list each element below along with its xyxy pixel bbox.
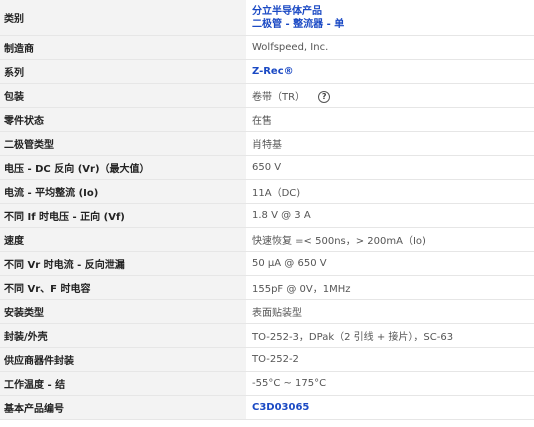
row-value-packaging: 卷带（TR） ? xyxy=(246,83,534,108)
row-label-category: 类别 xyxy=(0,0,246,36)
table-row-supplier-package: 供应商器件封装 TO-252-2 xyxy=(0,347,534,372)
row-value-diode-type: 肖特基 xyxy=(246,131,534,156)
table-row-packaging: 包装 卷带（TR） ? xyxy=(0,83,534,108)
category-link-discrete[interactable]: 分立半导体产品 xyxy=(252,6,322,17)
table-row-capacitance: 不同 Vr、F 时电容 155pF @ 0V，1MHz xyxy=(0,275,534,300)
row-value-supplier-package: TO-252-2 xyxy=(246,347,534,372)
row-value-current-avg-rectified: 11A（DC) xyxy=(246,179,534,204)
category-link-rectifiers[interactable]: 二极管 - 整流器 - 单 xyxy=(252,19,344,30)
row-value-package-case: TO-252-3，DPak（2 引线 + 接片），SC-63 xyxy=(246,323,534,348)
row-label-capacitance: 不同 Vr、F 时电容 xyxy=(0,275,246,300)
row-label-base-product-number: 基本产品编号 xyxy=(0,395,246,420)
row-value-forward-voltage: 1.8 V @ 3 A xyxy=(246,203,534,228)
row-label-packaging: 包装 xyxy=(0,83,246,108)
row-value-voltage-dc-reverse: 650 V xyxy=(246,155,534,180)
table-row-speed: 速度 快速恢复 =< 500ns，> 200mA（Io) xyxy=(0,227,534,252)
row-label-package-case: 封装/外壳 xyxy=(0,323,246,348)
help-circle-icon[interactable]: ? xyxy=(318,91,331,103)
table-row-voltage-dc-reverse: 电压 - DC 反向 (Vr)（最大值） 650 V xyxy=(0,155,534,180)
table-row-forward-voltage: 不同 If 时电压 - 正向 (Vf) 1.8 V @ 3 A xyxy=(0,203,534,228)
row-label-manufacturer: 制造商 xyxy=(0,35,246,60)
row-label-reverse-leakage: 不同 Vr 时电流 - 反向泄漏 xyxy=(0,251,246,276)
table-row-category: 类别 分立半导体产品 二极管 - 整流器 - 单 xyxy=(0,0,534,36)
row-label-operating-temp: 工作温度 - 结 xyxy=(0,371,246,396)
row-value-series: Z-Rec® xyxy=(246,59,534,84)
table-row-reverse-leakage: 不同 Vr 时电流 - 反向泄漏 50 µA @ 650 V xyxy=(0,251,534,276)
row-label-speed: 速度 xyxy=(0,227,246,252)
table-row-base-product-number: 基本产品编号 C3D03065 xyxy=(0,395,534,420)
table-row-part-status: 零件状态 在售 xyxy=(0,107,534,132)
row-value-manufacturer: Wolfspeed, Inc. xyxy=(246,35,534,60)
base-product-number-link[interactable]: C3D03065 xyxy=(252,402,309,413)
row-value-operating-temp: -55°C ~ 175°C xyxy=(246,371,534,396)
row-label-current-avg-rectified: 电流 - 平均整流 (Io) xyxy=(0,179,246,204)
packaging-value: 卷带（TR） xyxy=(252,92,306,103)
row-value-mounting-type: 表面贴装型 xyxy=(246,299,534,324)
row-value-reverse-leakage: 50 µA @ 650 V xyxy=(246,251,534,276)
row-value-capacitance: 155pF @ 0V，1MHz xyxy=(246,275,534,300)
row-label-forward-voltage: 不同 If 时电压 - 正向 (Vf) xyxy=(0,203,246,228)
table-row-package-case: 封装/外壳 TO-252-3，DPak（2 引线 + 接片），SC-63 xyxy=(0,323,534,348)
table-row-diode-type: 二极管类型 肖特基 xyxy=(0,131,534,156)
row-label-diode-type: 二极管类型 xyxy=(0,131,246,156)
table-row-current-avg-rectified: 电流 - 平均整流 (Io) 11A（DC) xyxy=(0,179,534,204)
row-label-supplier-package: 供应商器件封装 xyxy=(0,347,246,372)
row-value-category: 分立半导体产品 二极管 - 整流器 - 单 xyxy=(246,0,534,36)
product-attributes-table: 类别 分立半导体产品 二极管 - 整流器 - 单 制造商 Wolfspeed, … xyxy=(0,0,534,420)
table-row-operating-temp: 工作温度 - 结 -55°C ~ 175°C xyxy=(0,371,534,396)
row-label-series: 系列 xyxy=(0,59,246,84)
series-link[interactable]: Z-Rec® xyxy=(252,66,294,77)
table-row-mounting-type: 安装类型 表面贴装型 xyxy=(0,299,534,324)
row-label-mounting-type: 安装类型 xyxy=(0,299,246,324)
table-row-series: 系列 Z-Rec® xyxy=(0,59,534,84)
row-value-part-status: 在售 xyxy=(246,107,534,132)
row-value-speed: 快速恢复 =< 500ns，> 200mA（Io) xyxy=(246,227,534,252)
row-value-base-product-number: C3D03065 xyxy=(246,395,534,420)
table-row-manufacturer: 制造商 Wolfspeed, Inc. xyxy=(0,35,534,60)
row-label-voltage-dc-reverse: 电压 - DC 反向 (Vr)（最大值） xyxy=(0,155,246,180)
row-label-part-status: 零件状态 xyxy=(0,107,246,132)
